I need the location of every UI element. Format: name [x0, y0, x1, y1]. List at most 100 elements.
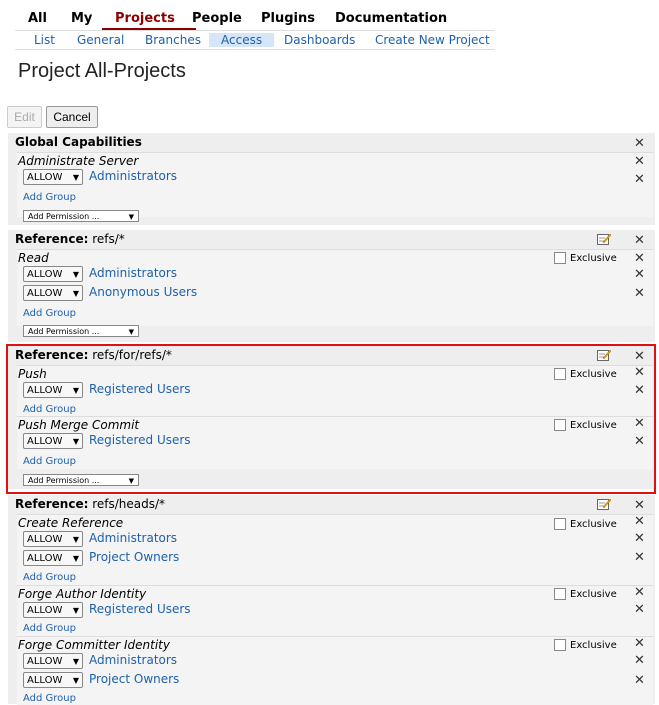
- group-link[interactable]: Registered Users: [89, 433, 191, 447]
- group-link[interactable]: Anonymous Users: [89, 285, 197, 299]
- edit-icon[interactable]: [597, 349, 611, 361]
- add-group-link[interactable]: Add Group: [23, 623, 76, 634]
- add-group-link[interactable]: Add Group: [23, 404, 76, 415]
- edit-button[interactable]: Edit: [7, 106, 42, 128]
- close-icon[interactable]: ✕: [634, 551, 645, 565]
- group-link[interactable]: Registered Users: [89, 602, 191, 616]
- chevron-down-icon: ▼: [72, 535, 79, 544]
- chevron-down-icon: ▼: [128, 477, 134, 485]
- subnav-general[interactable]: General: [77, 33, 124, 47]
- close-icon[interactable]: ✕: [634, 268, 645, 282]
- close-icon[interactable]: ✕: [634, 532, 645, 546]
- permission-name: Forge Committer Identity: [18, 638, 170, 652]
- close-icon[interactable]: ✕: [634, 137, 645, 151]
- nav-plugins[interactable]: Plugins: [261, 11, 315, 26]
- action-select[interactable]: ALLOW ▼: [23, 382, 83, 398]
- subnav-access[interactable]: Access: [209, 33, 275, 47]
- exclusive-checkbox[interactable]: Exclusive: [554, 639, 617, 651]
- permission-name: Administrate Server: [18, 154, 139, 168]
- permission-name: Push Merge Commit: [18, 418, 140, 432]
- exclusive-checkbox[interactable]: Exclusive: [554, 518, 617, 530]
- close-icon[interactable]: ✕: [634, 417, 645, 431]
- action-select[interactable]: ALLOW ▼: [23, 602, 83, 618]
- reference-section: Reference: refs/heads/* ✕ Create Referen…: [8, 495, 655, 705]
- nav-my[interactable]: My: [71, 11, 92, 26]
- close-icon[interactable]: ✕: [634, 499, 645, 513]
- group-link[interactable]: Administrators: [89, 653, 177, 667]
- close-icon[interactable]: ✕: [634, 435, 645, 449]
- subnav-dashboards[interactable]: Dashboards: [284, 33, 355, 47]
- close-icon[interactable]: ✕: [634, 384, 645, 398]
- add-permission-select[interactable]: Add Permission ... ▼: [23, 474, 139, 486]
- action-select[interactable]: ALLOW ▼: [23, 672, 83, 688]
- close-icon[interactable]: ✕: [634, 252, 645, 266]
- action-select[interactable]: ALLOW ▼: [23, 653, 83, 669]
- action-select[interactable]: ALLOW ▼: [23, 266, 83, 282]
- nav-all[interactable]: All: [28, 11, 47, 26]
- add-group-link[interactable]: Add Group: [23, 192, 76, 203]
- subnav-list[interactable]: List: [34, 33, 55, 47]
- action-select[interactable]: ALLOW ▼: [23, 285, 83, 301]
- close-icon[interactable]: ✕: [634, 234, 645, 248]
- nav-documentation[interactable]: Documentation: [335, 11, 447, 26]
- group-link[interactable]: Administrators: [89, 266, 177, 280]
- chevron-down-icon: ▼: [128, 328, 134, 336]
- subnav-create-project[interactable]: Create New Project: [375, 33, 490, 47]
- group-link[interactable]: Project Owners: [89, 672, 179, 686]
- page-title: Project All-Projects: [18, 60, 186, 82]
- add-group-link[interactable]: Add Group: [23, 572, 76, 583]
- sub-nav: List General Branches Access Dashboards …: [15, 30, 495, 50]
- chevron-down-icon: ▼: [72, 270, 79, 279]
- chevron-down-icon: ▼: [72, 289, 79, 298]
- chevron-down-icon: ▼: [72, 657, 79, 666]
- close-icon[interactable]: ✕: [634, 515, 645, 529]
- action-select[interactable]: ALLOW ▼: [23, 169, 83, 185]
- add-group-link[interactable]: Add Group: [23, 456, 76, 467]
- edit-icon[interactable]: [597, 498, 611, 510]
- action-select[interactable]: ALLOW ▼: [23, 433, 83, 449]
- reference-header: Reference: refs/*: [15, 232, 125, 246]
- exclusive-checkbox[interactable]: Exclusive: [554, 252, 617, 264]
- close-icon[interactable]: ✕: [634, 654, 645, 668]
- permission-name: Create Reference: [18, 516, 124, 530]
- chevron-down-icon: ▼: [72, 554, 79, 563]
- chevron-down-icon: ▼: [72, 173, 79, 182]
- cancel-button[interactable]: Cancel: [46, 106, 98, 128]
- permission-block: Administrate Server ALLOW ▼ Administrator…: [17, 152, 653, 217]
- group-link[interactable]: Administrators: [89, 531, 177, 545]
- global-capabilities-section: Global Capabilities ✕ Administrate Serve…: [8, 133, 655, 225]
- close-icon[interactable]: ✕: [634, 637, 645, 651]
- subnav-branches[interactable]: Branches: [145, 33, 201, 47]
- close-icon[interactable]: ✕: [634, 287, 645, 301]
- add-permission-select[interactable]: Add Permission ... ▼: [23, 210, 139, 222]
- action-select[interactable]: ALLOW ▼: [23, 531, 83, 547]
- close-icon[interactable]: ✕: [634, 173, 645, 187]
- chevron-down-icon: ▼: [72, 386, 79, 395]
- exclusive-checkbox[interactable]: Exclusive: [554, 419, 617, 431]
- action-select[interactable]: ALLOW ▼: [23, 550, 83, 566]
- close-icon[interactable]: ✕: [634, 366, 645, 380]
- reference-header: Reference: refs/for/refs/*: [15, 348, 172, 362]
- chevron-down-icon: ▼: [72, 676, 79, 685]
- chevron-down-icon: ▼: [128, 213, 134, 221]
- group-link[interactable]: Registered Users: [89, 382, 191, 396]
- nav-people[interactable]: People: [192, 11, 242, 26]
- add-group-link[interactable]: Add Group: [23, 693, 76, 704]
- nav-projects[interactable]: Projects: [115, 11, 175, 26]
- group-link[interactable]: Project Owners: [89, 550, 179, 564]
- close-icon[interactable]: ✕: [634, 350, 645, 364]
- close-icon[interactable]: ✕: [634, 674, 645, 688]
- close-icon[interactable]: ✕: [634, 155, 645, 169]
- chevron-down-icon: ▼: [72, 606, 79, 615]
- add-permission-select[interactable]: Add Permission ... ▼: [23, 325, 139, 337]
- permission-name: Read: [18, 251, 49, 265]
- group-link[interactable]: Administrators: [89, 169, 177, 183]
- exclusive-checkbox[interactable]: Exclusive: [554, 368, 617, 380]
- reference-section: Reference: refs/* ✕ Read ALLOW ▼ Administ…: [8, 230, 655, 342]
- close-icon[interactable]: ✕: [634, 586, 645, 600]
- section-title: Global Capabilities: [15, 135, 142, 149]
- exclusive-checkbox[interactable]: Exclusive: [554, 588, 617, 600]
- add-group-link[interactable]: Add Group: [23, 308, 76, 319]
- close-icon[interactable]: ✕: [634, 603, 645, 617]
- edit-icon[interactable]: [597, 233, 611, 245]
